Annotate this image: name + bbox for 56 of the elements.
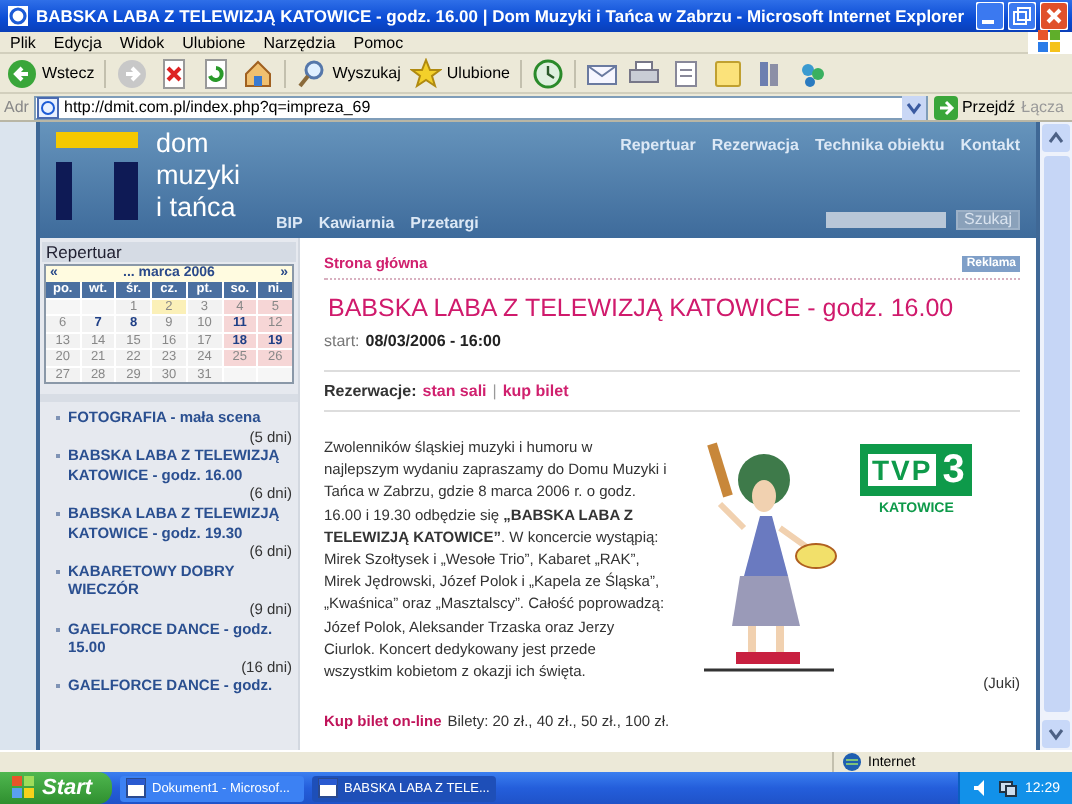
go-button[interactable]: Przejdź [933, 95, 1016, 119]
menu-item[interactable]: Pomoc [353, 33, 404, 51]
menu-item[interactable]: Edycja [53, 33, 102, 51]
nav-link[interactable]: Kawiarnia [318, 214, 395, 232]
start-label: start: [324, 332, 360, 350]
page-icon [36, 95, 60, 119]
event-title: BABSKA LABA Z TELEWIZJĄ KATOWICE - godz. 16.00 [328, 294, 956, 322]
clock-icon[interactable] [531, 57, 564, 89]
window-icon [318, 778, 338, 798]
logo-number: 3 [942, 448, 965, 492]
browser-icon [6, 4, 30, 28]
back-arrow-button[interactable]: Wstecz [6, 57, 95, 89]
note-icon[interactable] [711, 57, 744, 89]
search-button[interactable]: Wyszukaj [296, 57, 401, 89]
reservation-link[interactable]: stan sali [422, 382, 487, 400]
scroll-down-icon[interactable] [1042, 720, 1070, 748]
scrollbar-thumb[interactable] [1043, 156, 1069, 712]
address-label: Adr [4, 98, 28, 116]
search-field[interactable] [825, 212, 946, 228]
menu-item[interactable]: Narzędzia [263, 33, 336, 51]
close-icon[interactable] [1040, 2, 1068, 30]
menu-item[interactable]: Ulubione [182, 33, 246, 51]
logo-text: muzyki [156, 160, 241, 192]
link-separator: | [492, 382, 497, 400]
start-date: 08/03/2006 - 16:00 [365, 332, 501, 350]
logo-text: dom [156, 128, 211, 160]
windows-logo-icon [12, 776, 36, 800]
star-icon [410, 57, 443, 89]
nav-link[interactable]: Przetargi [410, 214, 479, 232]
logo-text: TVP [868, 454, 937, 486]
scrollbar[interactable] [1040, 122, 1072, 750]
reservation-label: Rezerwacje: [324, 382, 417, 400]
reservation-link[interactable]: kup bilet [502, 382, 569, 400]
stop-icon[interactable] [158, 57, 191, 89]
restore-icon[interactable] [1008, 2, 1036, 30]
minimize-icon[interactable] [976, 2, 1004, 30]
star-button[interactable]: Ulubione [410, 57, 510, 89]
refresh-icon[interactable] [200, 57, 233, 89]
logo-bars-icon [56, 132, 140, 220]
address-field[interactable]: http://dmit.com.pl/index.php?q=impreza_69 [34, 95, 928, 119]
scroll-up-icon[interactable] [1042, 124, 1070, 152]
windows-logo-icon [1038, 30, 1062, 54]
menu-item[interactable]: Widok [119, 33, 165, 51]
globe-icon [842, 752, 862, 772]
printer-icon[interactable] [627, 57, 660, 89]
window-icon [126, 778, 146, 798]
home-icon[interactable] [242, 57, 275, 89]
nav-link[interactable]: BIP [276, 214, 303, 232]
window-title: BABSKA LABA Z TELEWIZJĄ KATOWICE - godz. 16.00 | Dom Muzyki i Tańca w Zabrzu - Microsoft Internet Explorer [36, 6, 967, 26]
sidebar-title: Repertuar [42, 242, 296, 262]
go-arrow-icon [933, 95, 958, 119]
menu-item[interactable]: Plik [10, 33, 36, 51]
document-icon[interactable] [669, 57, 702, 89]
logo-text: i tańca [156, 192, 238, 224]
network-icon [998, 778, 1019, 798]
search-icon [296, 57, 329, 89]
